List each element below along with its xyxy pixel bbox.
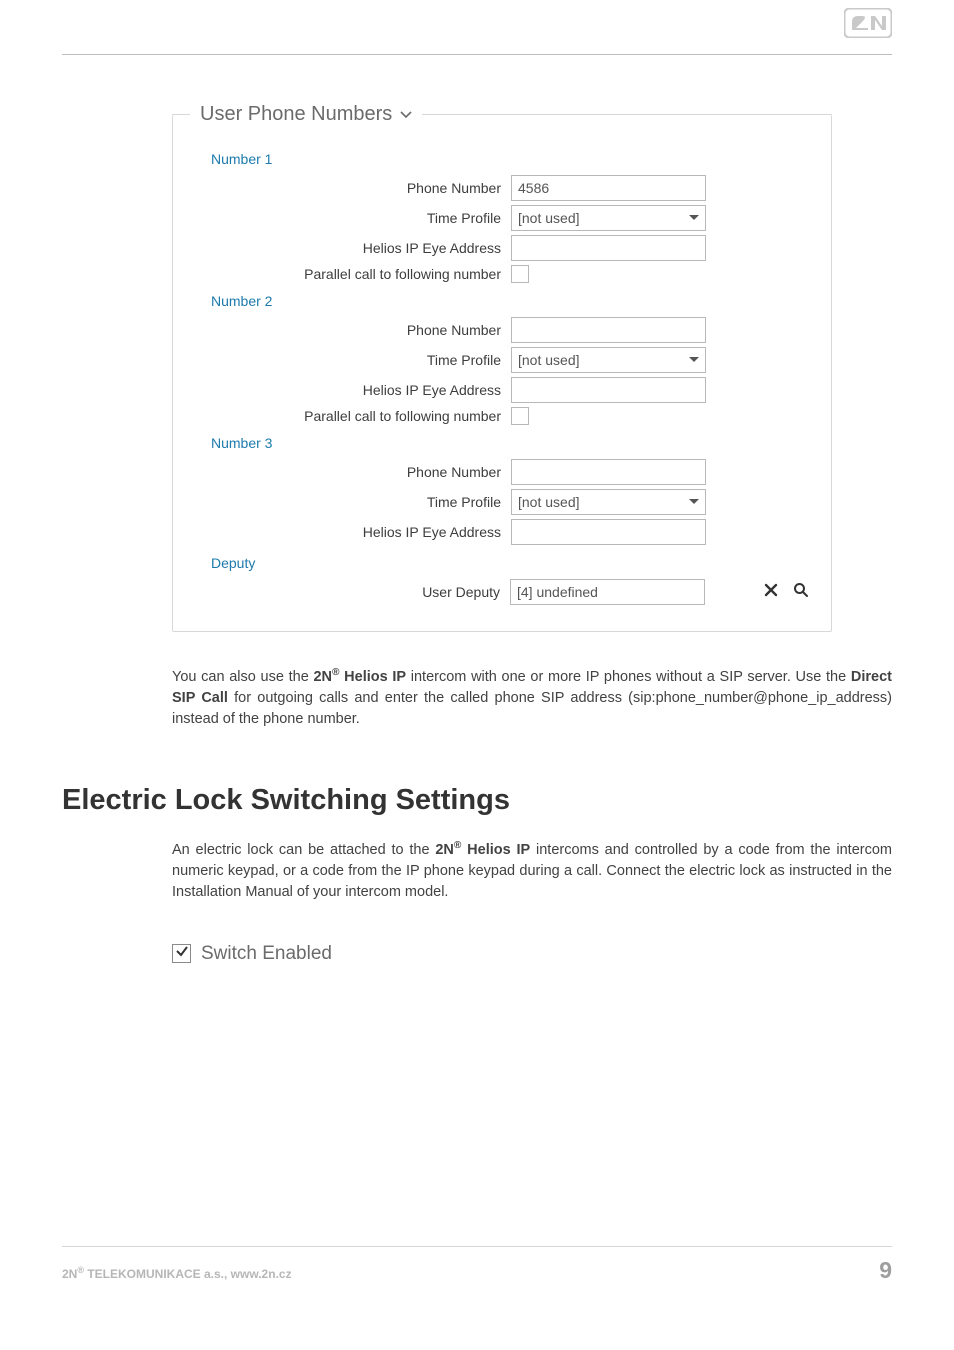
label-helios-3: Helios IP Eye Address (191, 524, 511, 540)
search-icon (793, 582, 809, 603)
time-profile-2-value: [not used] (518, 352, 580, 368)
close-icon (764, 583, 778, 602)
footer-company: 2N® TELEKOMUNIKACE a.s., www.2n.cz (62, 1265, 292, 1281)
deputy-clear-button[interactable] (759, 580, 783, 604)
time-profile-1-select[interactable]: [not used] (511, 205, 706, 231)
heading-electric-lock: Electric Lock Switching Settings (62, 784, 892, 817)
section-header-number3: Number 3 (211, 435, 813, 451)
helios-3-input[interactable] (511, 519, 706, 545)
panel-title: User Phone Numbers (200, 103, 392, 126)
parallel-1-checkbox[interactable] (511, 265, 529, 283)
paragraph-electric-lock: An electric lock can be attached to the … (172, 839, 892, 903)
phone-number-3-input[interactable] (511, 459, 706, 485)
label-helios-1: Helios IP Eye Address (191, 240, 511, 256)
time-profile-1-value: [not used] (518, 210, 580, 226)
dropdown-arrow-icon (687, 495, 701, 509)
label-phone-number-3: Phone Number (191, 464, 511, 480)
dropdown-arrow-icon (687, 211, 701, 225)
deputy-search-button[interactable] (789, 580, 813, 604)
parallel-2-checkbox[interactable] (511, 407, 529, 425)
page-number: 9 (879, 1257, 892, 1284)
switch-enabled-checkbox[interactable] (172, 944, 191, 963)
phone-number-2-input[interactable] (511, 317, 706, 343)
label-user-deputy: User Deputy (191, 584, 510, 600)
header-divider (62, 54, 892, 55)
chevron-down-icon (400, 111, 412, 119)
panel-title-toggle[interactable]: User Phone Numbers (190, 103, 422, 126)
label-parallel-2: Parallel call to following number (191, 408, 511, 424)
user-deputy-input[interactable] (510, 579, 705, 605)
time-profile-3-select[interactable]: [not used] (511, 489, 706, 515)
paragraph-direct-sip: You can also use the 2N® Helios IP inter… (172, 666, 892, 730)
label-time-profile-3: Time Profile (191, 494, 511, 510)
section-header-number2: Number 2 (211, 293, 813, 309)
check-icon (175, 944, 189, 963)
label-phone-number-2: Phone Number (191, 322, 511, 338)
helios-2-input[interactable] (511, 377, 706, 403)
dropdown-arrow-icon (687, 353, 701, 367)
phone-number-1-input[interactable] (511, 175, 706, 201)
label-time-profile-2: Time Profile (191, 352, 511, 368)
time-profile-3-value: [not used] (518, 494, 580, 510)
helios-1-input[interactable] (511, 235, 706, 261)
label-phone-number-1: Phone Number (191, 180, 511, 196)
section-header-deputy: Deputy (211, 555, 813, 571)
footer-divider (62, 1246, 892, 1247)
label-helios-2: Helios IP Eye Address (191, 382, 511, 398)
label-parallel-1: Parallel call to following number (191, 266, 511, 282)
user-phone-numbers-panel: User Phone Numbers Number 1 Phone Number… (172, 115, 832, 632)
time-profile-2-select[interactable]: [not used] (511, 347, 706, 373)
label-time-profile-1: Time Profile (191, 210, 511, 226)
switch-enabled-label: Switch Enabled (201, 943, 332, 965)
brand-logo (844, 8, 892, 43)
section-header-number1: Number 1 (211, 151, 813, 167)
